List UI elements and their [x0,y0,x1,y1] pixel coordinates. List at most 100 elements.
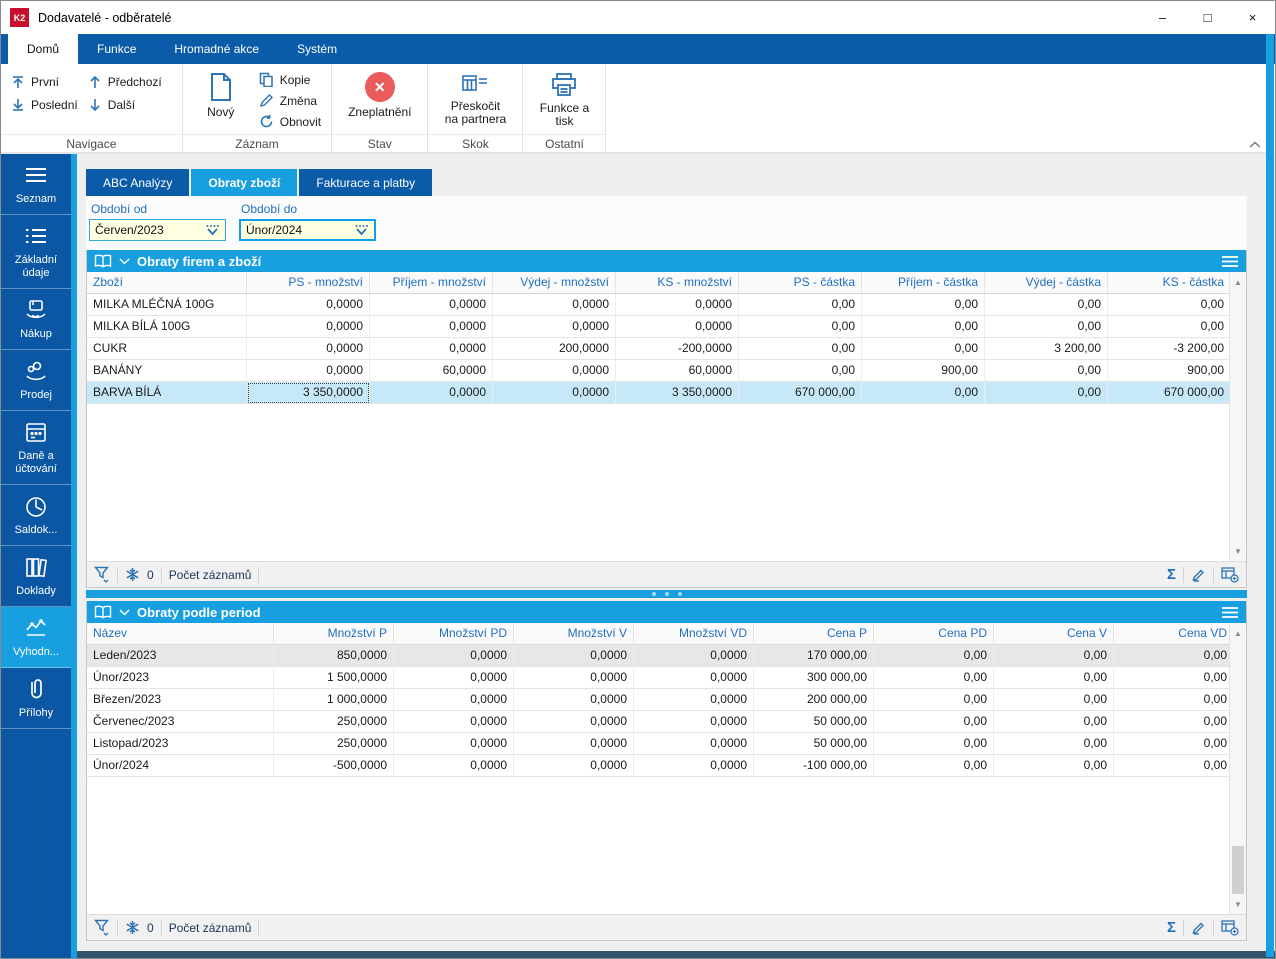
table-cell[interactable]: 0,00 [985,382,1108,404]
table-cell[interactable]: 900,00 [1108,360,1231,382]
table-cell[interactable]: 0,0000 [370,316,493,338]
sum-icon[interactable]: Σ [1167,567,1176,582]
table-cell[interactable]: 0,00 [1114,645,1234,667]
filter-icon[interactable] [94,919,110,936]
table-cell[interactable]: 0,00 [862,294,985,316]
previous-button[interactable]: Předchozí [88,75,162,89]
table-cell[interactable]: 0,00 [739,360,862,382]
jump-to-partner-button[interactable]: Přeskočit na partnera [438,70,512,128]
ribbon-tab-system[interactable]: Systém [278,34,356,64]
table-cell[interactable]: 0,00 [874,711,994,733]
sidebar-item-attachment[interactable]: Přílohy [1,668,71,729]
table-cell[interactable]: 0,00 [874,667,994,689]
vertical-scrollbar[interactable]: ▲ ▼ [1229,272,1246,561]
scroll-up-icon[interactable]: ▲ [1230,625,1246,641]
ribbon-tab-hromadne-akce[interactable]: Hromadné akce [155,34,278,64]
table-row[interactable]: Únor/2024-500,00000,00000,00000,0000-100… [87,755,1246,777]
add-view-icon[interactable] [1221,920,1239,936]
table-cell[interactable]: BARVA BÍLÁ [87,382,247,404]
chevron-down-icon[interactable] [119,258,130,265]
table-row[interactable]: Únor/20231 500,00000,00000,00000,0000300… [87,667,1246,689]
table-cell[interactable]: 0,00 [994,711,1114,733]
table-cell[interactable]: -500,0000 [274,755,394,777]
table-cell[interactable]: 0,0000 [634,667,754,689]
table-cell[interactable]: 0,00 [874,689,994,711]
table-cell[interactable]: 0,0000 [514,689,634,711]
table-cell[interactable]: 170 000,00 [754,645,874,667]
panel-splitter[interactable] [86,588,1247,601]
table-cell[interactable]: 0,0000 [514,645,634,667]
table-cell[interactable]: Březen/2023 [87,689,274,711]
column-header[interactable]: Cena VD [1114,623,1234,645]
table-row[interactable]: MILKA MLÉČNÁ 100G0,00000,00000,00000,000… [87,294,1246,316]
table-cell[interactable]: 0,0000 [370,382,493,404]
table-cell[interactable]: 200,0000 [493,338,616,360]
table-cell[interactable]: CUKR [87,338,247,360]
table-cell[interactable]: 0,00 [862,382,985,404]
table-cell[interactable]: 0,0000 [247,294,370,316]
table-row[interactable]: Leden/2023850,00000,00000,00000,0000170 … [87,645,1246,667]
table-cell[interactable]: 0,00 [1108,294,1231,316]
column-header[interactable]: Cena P [754,623,874,645]
sidebar-item-balance[interactable]: Saldok... [1,485,71,546]
chevron-down-icon[interactable] [119,609,130,616]
filter-icon[interactable] [94,566,110,583]
table-cell[interactable]: 50 000,00 [754,711,874,733]
column-header[interactable]: Příjem - množství [370,272,493,294]
column-header[interactable]: Příjem - částka [862,272,985,294]
related-records-icon[interactable] [125,920,140,935]
column-header[interactable]: Zboží [87,272,247,294]
related-records-icon[interactable] [125,567,140,582]
table-cell[interactable]: 0,0000 [634,711,754,733]
table-cell[interactable]: BANÁNY [87,360,247,382]
table-cell[interactable]: 0,0000 [514,711,634,733]
table-cell[interactable]: 0,0000 [394,667,514,689]
table-cell[interactable]: 0,0000 [634,689,754,711]
table-cell[interactable]: 0,00 [739,316,862,338]
column-header[interactable]: Cena V [994,623,1114,645]
table-cell[interactable]: -100 000,00 [754,755,874,777]
table-row[interactable]: BANÁNY0,000060,00000,000060,00000,00900,… [87,360,1246,382]
table-cell[interactable]: 0,00 [739,294,862,316]
table-cell[interactable]: 0,00 [1108,316,1231,338]
vertical-scrollbar[interactable]: ▲ ▼ [1229,623,1246,914]
table-cell[interactable]: 670 000,00 [1108,382,1231,404]
table-row[interactable]: CUKR0,00000,0000200,0000-200,00000,000,0… [87,338,1246,360]
first-button[interactable]: První [11,75,78,89]
table-cell[interactable]: 0,00 [985,294,1108,316]
table-cell[interactable]: 0,0000 [493,316,616,338]
table-cell[interactable]: 0,0000 [394,689,514,711]
sidebar-item-menu[interactable]: Seznam [1,154,71,215]
table-cell[interactable]: 0,0000 [493,294,616,316]
table-cell[interactable]: 0,00 [985,316,1108,338]
tab-abc-analyzy[interactable]: ABC Analýzy [86,169,189,196]
scroll-down-icon[interactable]: ▼ [1230,896,1246,912]
table-cell[interactable]: Únor/2023 [87,667,274,689]
table-cell[interactable]: 850,0000 [274,645,394,667]
edit-pencil-icon[interactable] [1191,920,1206,935]
table-cell[interactable]: 1 000,0000 [274,689,394,711]
table-cell[interactable]: 0,0000 [616,294,739,316]
tab-fakturace-a-platby[interactable]: Fakturace a platby [299,169,432,196]
table-row[interactable]: MILKA BÍLÁ 100G0,00000,00000,00000,00000… [87,316,1246,338]
table-cell[interactable]: 0,00 [874,755,994,777]
ribbon-tab-domu[interactable]: Domů [8,34,78,64]
copy-button[interactable]: Kopie [259,72,321,87]
new-button[interactable]: Nový [193,70,249,121]
period-to-combobox[interactable]: Únor/2024 [239,219,376,241]
table-cell[interactable]: 0,00 [1114,689,1234,711]
table-cell[interactable]: 0,00 [994,755,1114,777]
panel-menu-icon[interactable] [1221,606,1239,619]
table-cell[interactable]: 0,00 [874,733,994,755]
table-cell[interactable]: 300 000,00 [754,667,874,689]
invalidate-button[interactable]: ✕ Zneplatnění [342,70,417,121]
sidebar-item-sale[interactable]: Prodej [1,350,71,411]
column-header[interactable]: PS - množství [247,272,370,294]
sum-icon[interactable]: Σ [1167,920,1176,935]
table-cell[interactable]: 0,00 [994,645,1114,667]
table-cell[interactable]: 670 000,00 [739,382,862,404]
minimize-button[interactable]: – [1140,1,1185,34]
column-header[interactable]: Cena PD [874,623,994,645]
table-cell[interactable]: 0,0000 [394,733,514,755]
table-cell[interactable]: 0,0000 [514,733,634,755]
